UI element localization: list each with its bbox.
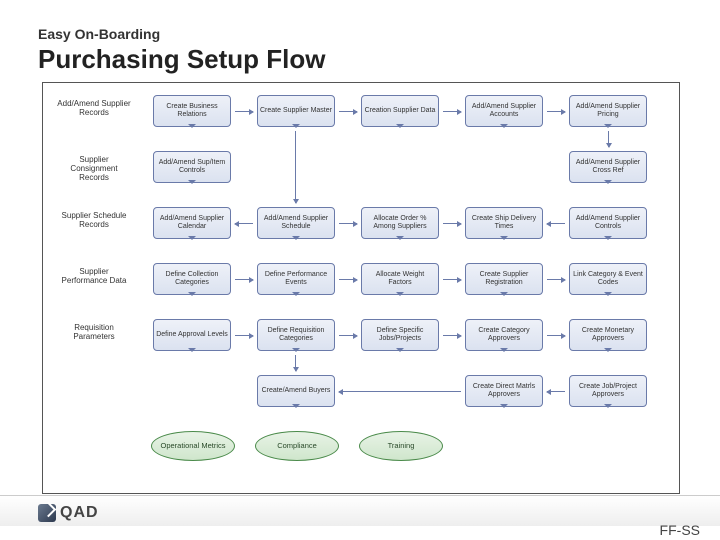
chevron-down-icon [396, 236, 404, 240]
box-r1c0: Add/Amend Sup/Item Controls [153, 151, 231, 183]
chevron-down-icon [604, 236, 612, 240]
box-r4c2: Define Specific Jobs/Projects [361, 319, 439, 351]
arrow-icon [339, 111, 357, 112]
chevron-down-icon [604, 404, 612, 408]
chevron-down-icon [500, 404, 508, 408]
chevron-down-icon [500, 292, 508, 296]
box-r2c4: Add/Amend Supplier Controls [569, 207, 647, 239]
box-r2c1: Add/Amend Supplier Schedule [257, 207, 335, 239]
arrow-icon [443, 111, 461, 112]
arrow-icon [608, 131, 609, 147]
logo: QAD [38, 504, 99, 522]
oval-compliance: Compliance [255, 431, 339, 461]
slide-title: Purchasing Setup Flow [38, 44, 325, 75]
box-r0c3: Add/Amend Supplier Accounts [465, 95, 543, 127]
chevron-down-icon [500, 124, 508, 128]
arrow-icon [295, 355, 296, 371]
arrow-icon [339, 223, 357, 224]
arrow-icon [235, 223, 253, 224]
box-r2c2: Allocate Order % Among Suppliers [361, 207, 439, 239]
chevron-down-icon [292, 292, 300, 296]
slide: Easy On-Boarding Purchasing Setup Flow A… [0, 0, 720, 540]
chevron-down-icon [396, 124, 404, 128]
chevron-down-icon [604, 180, 612, 184]
box-r0c4: Add/Amend Supplier Pricing [569, 95, 647, 127]
oval-training: Training [359, 431, 443, 461]
box-r4c1: Define Requisition Categories [257, 319, 335, 351]
box-r3c4: Link Category & Event Codes [569, 263, 647, 295]
arrow-icon [235, 335, 253, 336]
arrow-icon [443, 223, 461, 224]
chevron-down-icon [292, 236, 300, 240]
rowlabel-3: Supplier Performance Data [57, 267, 131, 285]
rowlabel-1: Supplier Consignment Records [57, 155, 131, 183]
arrow-icon [547, 111, 565, 112]
arrow-icon [547, 335, 565, 336]
chevron-down-icon [396, 348, 404, 352]
arrow-icon [339, 335, 357, 336]
box-r5c1: Create/Amend Buyers [257, 375, 335, 407]
arrow-icon [547, 391, 565, 392]
arrow-icon [295, 131, 296, 203]
chevron-down-icon [396, 292, 404, 296]
chevron-down-icon [292, 348, 300, 352]
box-r0c0: Create Business Relations [153, 95, 231, 127]
flow-diagram: Add/Amend Supplier Records Supplier Cons… [42, 82, 680, 494]
box-r4c4: Create Monetary Approvers [569, 319, 647, 351]
box-r0c2: Creation Supplier Data [361, 95, 439, 127]
logo-text: QAD [60, 504, 99, 522]
arrow-icon [235, 279, 253, 280]
chevron-down-icon [188, 180, 196, 184]
chevron-down-icon [188, 124, 196, 128]
rowlabel-4: Requisition Parameters [57, 323, 131, 341]
oval-operational: Operational Metrics [151, 431, 235, 461]
box-r2c3: Create Ship Delivery Times [465, 207, 543, 239]
arrow-icon [547, 279, 565, 280]
arrow-icon [339, 279, 357, 280]
arrow-icon [443, 279, 461, 280]
chevron-down-icon [604, 348, 612, 352]
chevron-down-icon [188, 292, 196, 296]
chevron-down-icon [188, 348, 196, 352]
chevron-down-icon [188, 236, 196, 240]
rowlabel-0: Add/Amend Supplier Records [57, 99, 131, 117]
chevron-down-icon [292, 404, 300, 408]
box-r5c4: Create Job/Project Approvers [569, 375, 647, 407]
slide-subtitle: Easy On-Boarding [38, 26, 160, 42]
footer-bar [0, 495, 720, 526]
chevron-down-icon [604, 292, 612, 296]
arrow-icon [339, 391, 461, 392]
arrow-icon [235, 111, 253, 112]
chevron-down-icon [292, 124, 300, 128]
box-r5c3: Create Direct Matrls Approvers [465, 375, 543, 407]
box-r3c1: Define Performance Events [257, 263, 335, 295]
box-r3c3: Create Supplier Registration [465, 263, 543, 295]
rowlabel-2: Supplier Schedule Records [57, 211, 131, 229]
box-r4c0: Define Approval Levels [153, 319, 231, 351]
slide-code: FF-SS [660, 522, 700, 538]
chevron-down-icon [500, 348, 508, 352]
chevron-down-icon [604, 124, 612, 128]
box-r3c2: Allocate Weight Factors [361, 263, 439, 295]
box-r1c4: Add/Amend Supplier Cross Ref [569, 151, 647, 183]
qad-logo-icon [38, 504, 56, 522]
box-r0c1: Create Supplier Master [257, 95, 335, 127]
arrow-icon [443, 335, 461, 336]
box-r4c3: Create Category Approvers [465, 319, 543, 351]
arrow-icon [547, 223, 565, 224]
box-r2c0: Add/Amend Supplier Calendar [153, 207, 231, 239]
chevron-down-icon [500, 236, 508, 240]
box-r3c0: Define Collection Categories [153, 263, 231, 295]
